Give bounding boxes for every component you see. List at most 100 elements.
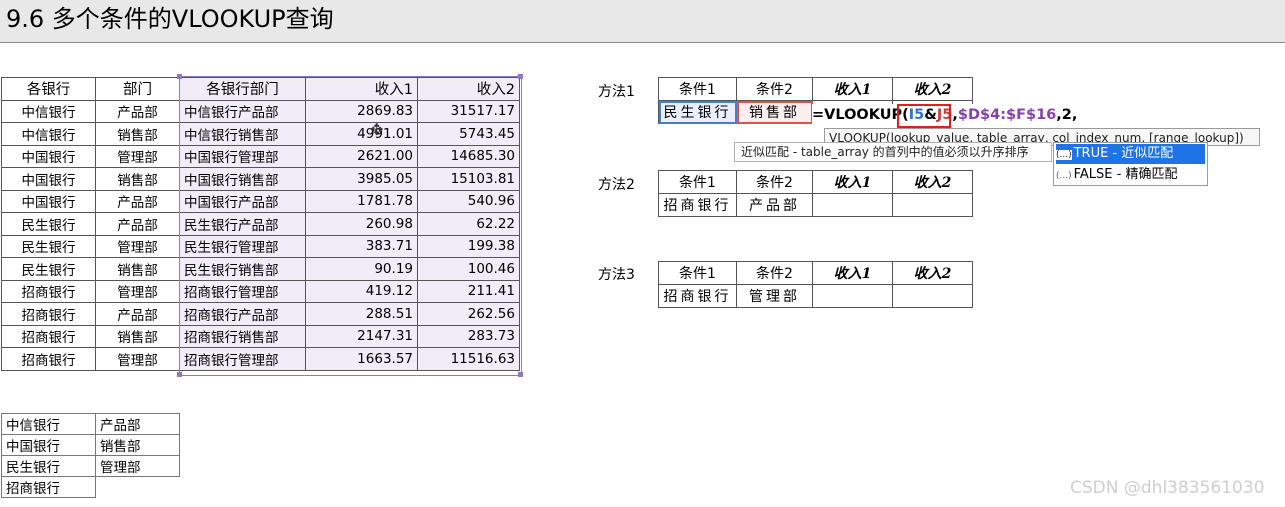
bank-cell[interactable]: 招商银行 (1, 476, 96, 498)
bank-cell[interactable]: 中国银行 (1, 167, 96, 191)
bank-dept-key-cell[interactable]: 中国银行销售部 (179, 167, 306, 191)
bank-dept-key-cell[interactable]: 民生银行产品部 (179, 212, 306, 236)
header-cell[interactable]: 条件2 (736, 170, 813, 194)
dropdown-option-false[interactable]: (...) FALSE - 精确匹配 (1056, 165, 1205, 185)
income2-cell[interactable]: 199.38 (417, 234, 520, 258)
result-cell[interactable] (812, 284, 893, 308)
income2-cell[interactable]: 14685.30 (417, 144, 520, 168)
dept-cell[interactable]: 销售部 (95, 167, 180, 191)
dept-cell[interactable]: 管理部 (95, 347, 180, 371)
bank-cell[interactable]: 民生银行 (1, 257, 96, 281)
condition1-cell[interactable]: 民生银行 (658, 100, 737, 124)
bank-cell[interactable]: 中国银行 (1, 434, 96, 456)
income1-cell[interactable]: 288.51 (305, 302, 418, 326)
bank-dept-key-cell[interactable]: 招商银行销售部 (179, 324, 306, 348)
dept-cell[interactable]: 产品部 (95, 413, 180, 435)
dept-cell[interactable]: 产品部 (95, 189, 180, 213)
income2-cell[interactable]: 11516.63 (417, 347, 520, 371)
selection-handle[interactable] (177, 74, 182, 79)
dept-cell[interactable]: 销售部 (95, 257, 180, 281)
column-header[interactable]: 各银行 (1, 77, 96, 101)
bank-dept-key-cell[interactable]: 招商银行管理部 (179, 279, 306, 303)
dept-cell[interactable]: 管理部 (95, 279, 180, 303)
income1-cell[interactable]: 1781.78 (305, 189, 418, 213)
bank-dept-key-cell[interactable]: 中信银行销售部 (179, 122, 306, 146)
result-cell[interactable] (892, 284, 973, 308)
bank-cell[interactable]: 招商银行 (1, 324, 96, 348)
bank-cell[interactable]: 中国银行 (1, 144, 96, 168)
column-header[interactable]: 收入2 (417, 77, 520, 101)
income1-cell[interactable]: 2869.83 (305, 99, 418, 123)
bank-cell[interactable]: 招商银行 (1, 347, 96, 371)
income2-cell[interactable]: 262.56 (417, 302, 520, 326)
dept-cell[interactable]: 产品部 (95, 302, 180, 326)
bank-cell[interactable]: 中国银行 (1, 189, 96, 213)
income1-cell[interactable]: 90.19 (305, 257, 418, 281)
income1-cell[interactable]: 3985.05 (305, 167, 418, 191)
dept-cell[interactable]: 销售部 (95, 324, 180, 348)
dept-cell[interactable] (96, 477, 180, 498)
result-cell[interactable] (892, 193, 973, 217)
condition2-cell[interactable]: 管理部 (736, 284, 813, 308)
column-header[interactable]: 收入1 (305, 77, 418, 101)
income2-cell[interactable]: 100.46 (417, 257, 520, 281)
bank-dept-key-cell[interactable]: 招商银行管理部 (179, 347, 306, 371)
condition2-cell[interactable]: 产品部 (736, 193, 813, 217)
condition1-cell[interactable]: 招商银行 (658, 193, 737, 217)
income1-cell[interactable]: 1663.57 (305, 347, 418, 371)
dept-cell[interactable]: 产品部 (95, 212, 180, 236)
income1-cell[interactable]: 419.12 (305, 279, 418, 303)
bank-cell[interactable]: 民生银行 (1, 455, 96, 477)
header-cell[interactable]: 条件1 (658, 170, 737, 194)
header-cell[interactable]: 条件1 (658, 261, 737, 285)
dept-cell[interactable]: 管理部 (95, 234, 180, 258)
result-cell[interactable] (812, 193, 893, 217)
bank-dept-key-cell[interactable]: 中信银行产品部 (179, 99, 306, 123)
income2-cell[interactable]: 31517.17 (417, 99, 520, 123)
income2-cell[interactable]: 211.41 (417, 279, 520, 303)
income1-cell[interactable]: 2621.00 (305, 144, 418, 168)
bank-cell[interactable]: 招商银行 (1, 279, 96, 303)
condition1-cell[interactable]: 招商银行 (658, 284, 737, 308)
income1-cell[interactable]: 2147.31 (305, 324, 418, 348)
dept-cell[interactable]: 销售部 (95, 122, 180, 146)
column-header[interactable]: 部门 (95, 77, 180, 101)
income2-cell[interactable]: 15103.81 (417, 167, 520, 191)
selection-handle[interactable] (518, 372, 523, 377)
income1-cell[interactable]: 260.98 (305, 212, 418, 236)
header-cell[interactable]: 收入2 (892, 261, 973, 285)
header-cell[interactable]: 收入2 (892, 170, 973, 194)
bank-dept-key-cell[interactable]: 中国银行管理部 (179, 144, 306, 168)
header-cell[interactable]: 条件2 (736, 77, 813, 101)
bank-dept-key-cell[interactable]: 民生银行管理部 (179, 234, 306, 258)
dropdown-option-true[interactable]: (...) TRUE - 近似匹配 (1056, 144, 1205, 164)
income2-cell[interactable]: 62.22 (417, 212, 520, 236)
bank-cell[interactable]: 民生银行 (1, 234, 96, 258)
header-cell[interactable]: 收入1 (812, 261, 893, 285)
income2-cell[interactable]: 283.73 (417, 324, 520, 348)
selection-handle[interactable] (518, 74, 523, 79)
bank-dept-key-cell[interactable]: 招商银行产品部 (179, 302, 306, 326)
income1-cell[interactable]: 4991.01 (305, 122, 418, 146)
bank-dept-key-cell[interactable]: 民生银行销售部 (179, 257, 306, 281)
header-cell[interactable]: 收入2 (892, 77, 973, 101)
income2-cell[interactable]: 5743.45 (417, 122, 520, 146)
dept-cell[interactable]: 产品部 (95, 99, 180, 123)
header-cell[interactable]: 收入1 (812, 170, 893, 194)
bank-cell[interactable]: 中信银行 (1, 122, 96, 146)
income2-cell[interactable]: 540.96 (417, 189, 520, 213)
column-header[interactable]: 各银行部门 (179, 77, 306, 101)
condition2-cell[interactable]: 销售部 (736, 100, 813, 124)
bank-cell[interactable]: 招商银行 (1, 302, 96, 326)
bank-cell[interactable]: 中信银行 (1, 413, 96, 435)
income1-cell[interactable]: 383.71 (305, 234, 418, 258)
bank-cell[interactable]: 中信银行 (1, 99, 96, 123)
header-cell[interactable]: 条件1 (658, 77, 737, 101)
dept-cell[interactable]: 管理部 (95, 455, 180, 477)
bank-cell[interactable]: 民生银行 (1, 212, 96, 236)
bank-dept-key-cell[interactable]: 中国银行产品部 (179, 189, 306, 213)
header-cell[interactable]: 条件2 (736, 261, 813, 285)
dept-cell[interactable]: 管理部 (95, 144, 180, 168)
header-cell[interactable]: 收入1 (812, 77, 893, 101)
selection-handle[interactable] (177, 372, 182, 377)
